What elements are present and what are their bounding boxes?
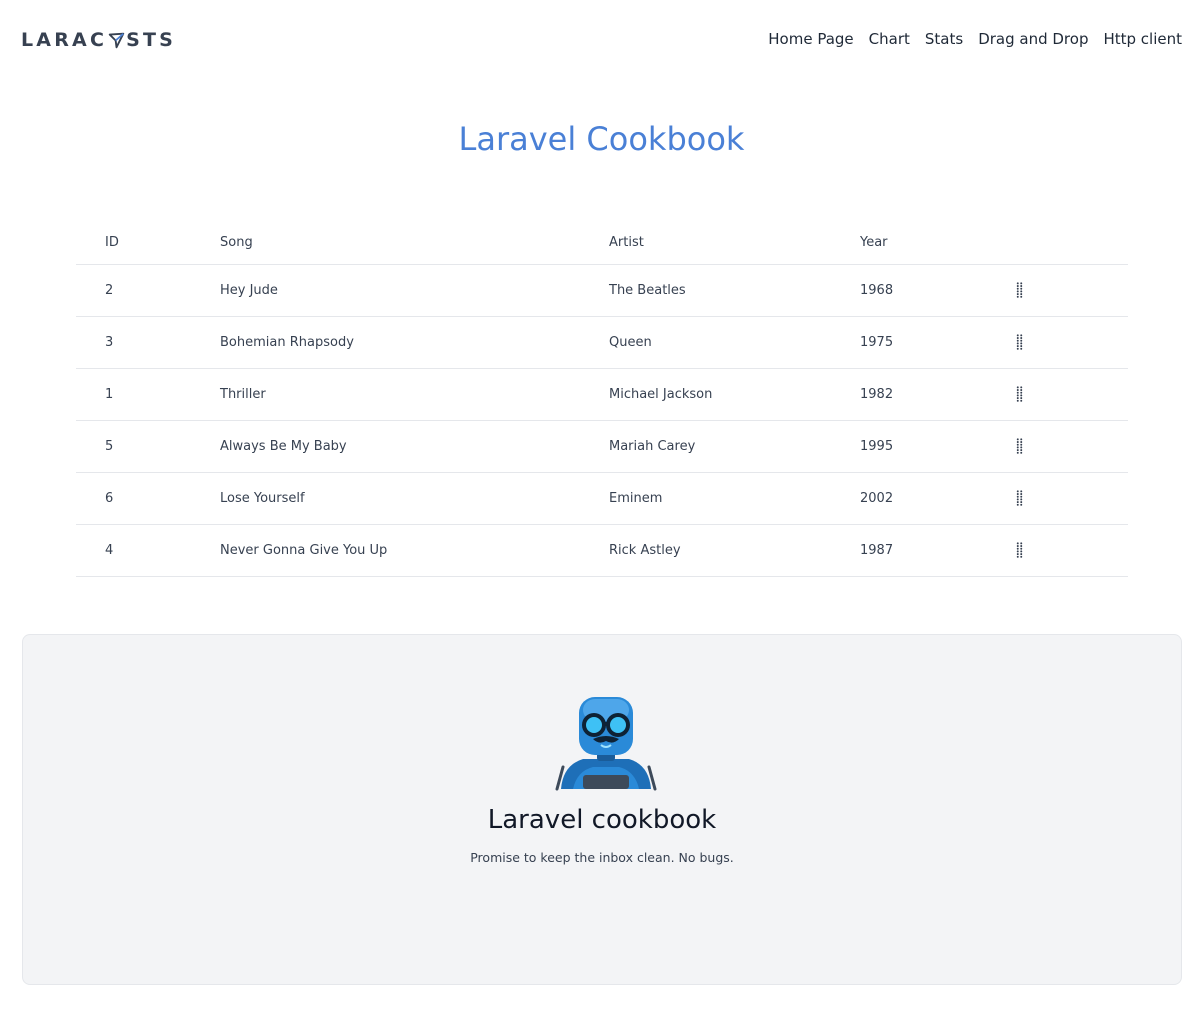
table-row[interactable]: 5 Always Be My Baby Mariah Carey 1995 — [76, 420, 1128, 473]
cell-id: 5 — [76, 420, 220, 473]
table-row[interactable]: 1 Thriller Michael Jackson 1982 — [76, 368, 1128, 421]
paper-plane-icon — [108, 32, 125, 48]
songs-table-container: ID Song Artist Year 2 Hey Jude The Beatl… — [76, 222, 1128, 577]
nav-link-http-client[interactable]: Http client — [1103, 30, 1182, 48]
navbar: LARAC STS Home Page Chart Stats Drag and… — [0, 0, 1190, 80]
column-header-song: Song — [220, 222, 609, 265]
cell-song: Thriller — [220, 368, 609, 421]
footer-subtitle: Promise to keep the inbox clean. No bugs… — [470, 850, 734, 865]
nav-link-drag-and-drop[interactable]: Drag and Drop — [978, 30, 1088, 48]
drag-handle-icon[interactable] — [1016, 334, 1023, 350]
cell-artist: Eminem — [609, 472, 860, 525]
cell-artist: Michael Jackson — [609, 368, 860, 421]
table-row[interactable]: 6 Lose Yourself Eminem 2002 — [76, 472, 1128, 525]
cell-id: 3 — [76, 316, 220, 369]
cell-handle — [1012, 316, 1128, 369]
songs-table: ID Song Artist Year 2 Hey Jude The Beatl… — [76, 222, 1128, 577]
drag-handle-icon[interactable] — [1016, 386, 1023, 402]
laracasts-logo[interactable]: LARAC STS — [21, 29, 176, 51]
nav-link-home-page[interactable]: Home Page — [768, 30, 853, 48]
page-title: Laravel Cookbook — [458, 120, 745, 158]
cell-handle — [1012, 264, 1128, 317]
cell-year: 1995 — [860, 420, 1012, 473]
column-header-year: Year — [860, 222, 1012, 265]
column-header-handle — [1012, 222, 1128, 265]
cell-handle — [1012, 524, 1128, 577]
column-header-id: ID — [76, 222, 220, 265]
cell-id: 4 — [76, 524, 220, 577]
logo-text-right: STS — [126, 29, 177, 51]
cell-id: 2 — [76, 264, 220, 317]
cell-year: 1987 — [860, 524, 1012, 577]
cell-song: Bohemian Rhapsody — [220, 316, 609, 369]
cell-id: 1 — [76, 368, 220, 421]
drag-handle-icon[interactable] — [1016, 438, 1023, 454]
drag-handle-icon[interactable] — [1016, 542, 1023, 558]
cell-id: 6 — [76, 472, 220, 525]
cell-year: 2002 — [860, 472, 1012, 525]
nav-link-stats[interactable]: Stats — [925, 30, 963, 48]
cell-artist: Queen — [609, 316, 860, 369]
cell-year: 1982 — [860, 368, 1012, 421]
cell-year: 1975 — [860, 316, 1012, 369]
table-row[interactable]: 3 Bohemian Rhapsody Queen 1975 — [76, 316, 1128, 369]
drag-handle-icon[interactable] — [1016, 490, 1023, 506]
table-header-row: ID Song Artist Year — [76, 222, 1128, 265]
cell-handle — [1012, 368, 1128, 421]
nav-link-chart[interactable]: Chart — [869, 30, 910, 48]
table-row[interactable]: 2 Hey Jude The Beatles 1968 — [76, 264, 1128, 317]
footer-panel: Laravel cookbook Promise to keep the inb… — [22, 634, 1182, 985]
cell-handle — [1012, 420, 1128, 473]
cell-artist: The Beatles — [609, 264, 860, 317]
footer-title: Laravel cookbook — [487, 805, 717, 835]
cell-song: Never Gonna Give You Up — [220, 524, 609, 577]
drag-handle-icon[interactable] — [1016, 282, 1023, 298]
cell-song: Lose Yourself — [220, 472, 609, 525]
cell-year: 1968 — [860, 264, 1012, 317]
cell-song: Always Be My Baby — [220, 420, 609, 473]
cell-song: Hey Jude — [220, 264, 609, 317]
main-nav: Home Page Chart Stats Drag and Drop Http… — [768, 30, 1182, 48]
logo-text-left: LARAC — [21, 29, 108, 51]
cell-handle — [1012, 472, 1128, 525]
robot-mascot-icon — [555, 697, 657, 791]
column-header-artist: Artist — [609, 222, 860, 265]
cell-artist: Rick Astley — [609, 524, 860, 577]
cell-artist: Mariah Carey — [609, 420, 860, 473]
table-row[interactable]: 4 Never Gonna Give You Up Rick Astley 19… — [76, 524, 1128, 577]
